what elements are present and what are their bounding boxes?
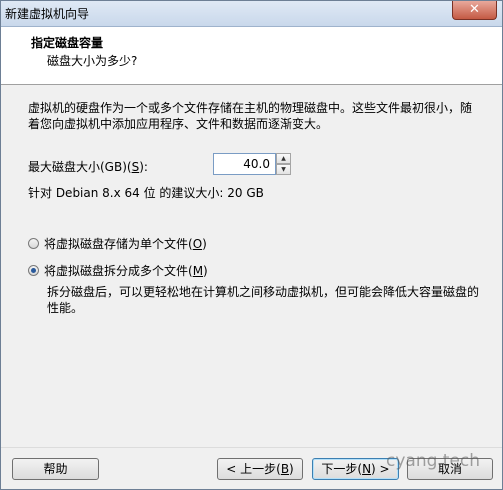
spin-down-button[interactable]: ▼ xyxy=(276,164,291,175)
spin-up-button[interactable]: ▲ xyxy=(276,153,291,164)
radio-button[interactable] xyxy=(28,238,39,249)
watermark: cyang.tech xyxy=(386,451,481,471)
arrow-up-icon: ▲ xyxy=(281,155,286,162)
title-bar[interactable]: 新建虚拟机向导 ✕ xyxy=(1,1,502,27)
disk-description: 虚拟机的硬盘作为一个或多个文件存储在主机的物理磁盘中。这些文件最初很小，随着您向… xyxy=(28,101,473,131)
radio-split-files-label: 将虚拟磁盘拆分成多个文件(M) xyxy=(44,264,208,278)
close-button[interactable]: ✕ xyxy=(452,1,497,20)
window-title: 新建虚拟机向导 xyxy=(5,7,90,21)
close-icon: ✕ xyxy=(469,2,480,17)
footer-divider xyxy=(1,447,502,448)
new-vm-wizard-window: 新建虚拟机向导 ✕ 指定磁盘容量 磁盘大小为多少? 虚拟机的硬盘作为一个或多个文… xyxy=(0,0,503,490)
wizard-header: 指定磁盘容量 磁盘大小为多少? xyxy=(1,27,502,85)
radio-single-file[interactable]: 将虚拟磁盘存储为单个文件(O) xyxy=(28,235,207,252)
help-button[interactable]: 帮助 xyxy=(12,458,99,480)
page-subtitle: 磁盘大小为多少? xyxy=(47,54,138,68)
disk-size-input[interactable] xyxy=(213,153,276,175)
disk-size-label: 最大磁盘大小(GB)(S): xyxy=(28,160,148,174)
disk-size-spinner[interactable]: ▲ ▼ xyxy=(213,153,291,175)
arrow-down-icon: ▼ xyxy=(281,166,286,173)
back-button[interactable]: < 上一步(B) xyxy=(217,458,303,480)
split-description: 拆分磁盘后，可以更轻松地在计算机之间移动虚拟机，但可能会降低大容量磁盘的性能。 xyxy=(47,285,480,315)
radio-split-files[interactable]: 将虚拟磁盘拆分成多个文件(M) xyxy=(28,262,208,279)
radio-single-file-label: 将虚拟磁盘存储为单个文件(O) xyxy=(44,237,207,251)
recommended-size-text: 针对 Debian 8.x 64 位 的建议大小: 20 GB xyxy=(28,186,264,200)
radio-button-checked[interactable] xyxy=(28,265,39,276)
page-title: 指定磁盘容量 xyxy=(31,36,104,50)
